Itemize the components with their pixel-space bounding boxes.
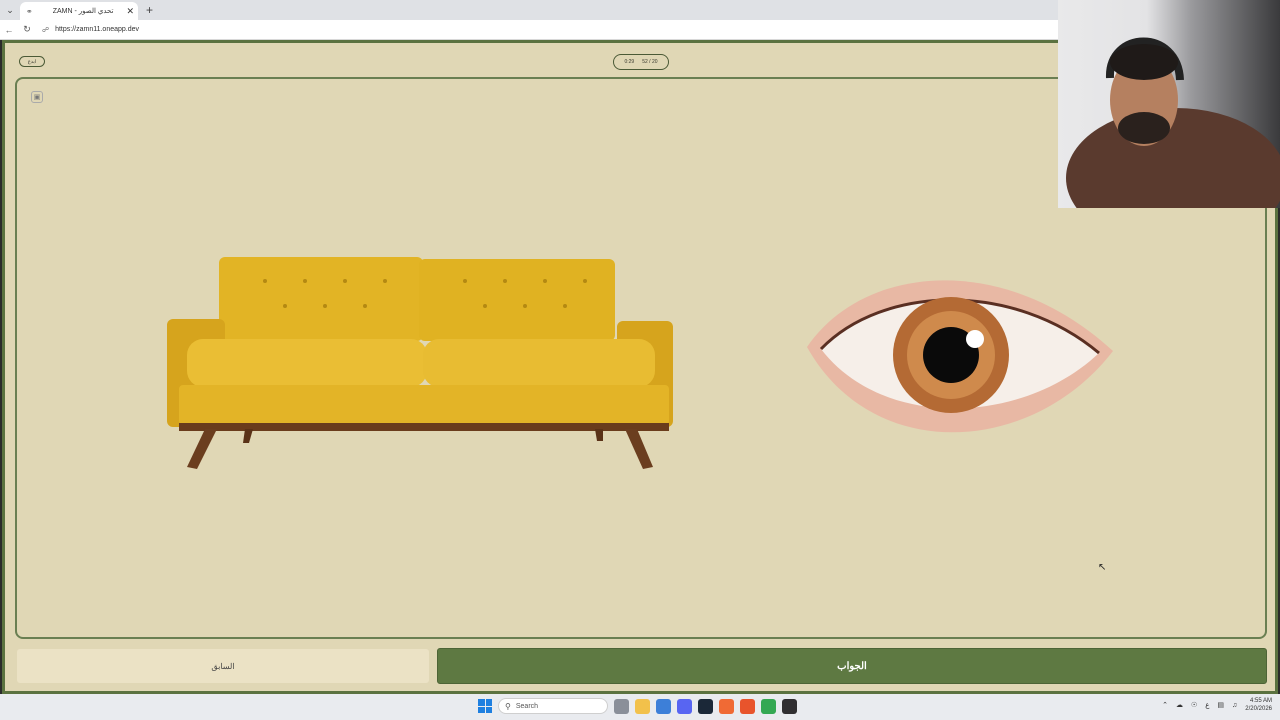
tab-list-icon[interactable]: ⌄ [0, 0, 20, 20]
streamer-image [1066, 37, 1280, 208]
url-text: https://zamn11.oneapp.dev [55, 26, 140, 33]
mode-pill[interactable]: ابدع [19, 56, 45, 67]
new-tab-icon[interactable]: + [146, 3, 153, 17]
eye-image [807, 280, 1113, 433]
clock-time: 4:55 AM [1249, 698, 1272, 704]
address-bar: ← ↻ ☍ https://zamn11.oneapp.dev [0, 20, 1058, 40]
url-field[interactable]: ☍ https://zamn11.oneapp.dev [42, 26, 139, 34]
tray-chevron-icon[interactable]: ⌃ [1162, 701, 1168, 709]
discord-icon[interactable] [677, 698, 692, 714]
clock-date: 2/20/2026 [1245, 706, 1272, 712]
steam-icon[interactable] [698, 698, 713, 714]
search-icon: ⚲ [505, 701, 511, 711]
tab-title: ZAMN - تحدي الصور [52, 8, 114, 15]
screenshot-icon[interactable]: ▣ [31, 91, 43, 103]
answer-button[interactable]: الجواب [437, 648, 1267, 684]
volume-icon[interactable]: ♫ [1232, 702, 1237, 709]
timer: 0:29 [624, 59, 635, 65]
chrome-icon[interactable] [761, 698, 776, 714]
site-info-icon[interactable]: ☍ [42, 26, 49, 34]
close-icon[interactable]: ✕ [126, 6, 134, 17]
status-pill: 0:29 52 / 20 [613, 54, 669, 70]
clock[interactable]: 4:55 AM 2/20/2026 [1245, 697, 1272, 713]
previous-button[interactable]: السابق [17, 649, 429, 683]
globe-icon: ⚭ [26, 6, 33, 16]
webcam-overlay [1058, 0, 1280, 208]
reload-icon[interactable]: ↻ [18, 24, 36, 35]
system-tray: ⌃ ☁ ☉ ع ▤ ♫ 4:55 AM 2/20/2026 [1162, 697, 1272, 713]
sofa-image [167, 257, 673, 469]
taskbar-search[interactable]: ⚲ Search [498, 698, 608, 714]
mic-icon[interactable]: ☉ [1191, 701, 1197, 709]
browser-tab-bar: ⌄ ⚭ ZAMN - تحدي الصور ✕ + [0, 0, 1058, 20]
app-icon[interactable] [719, 698, 734, 714]
store-icon[interactable] [656, 698, 671, 714]
back-icon[interactable]: ← [0, 25, 18, 35]
mouse-cursor-icon: ↖ [1098, 562, 1107, 573]
file-explorer-icon[interactable] [635, 698, 650, 714]
taskbar-search-label: Search [515, 702, 539, 710]
mode-pill-label: ابدع [27, 58, 37, 65]
brave-icon[interactable] [740, 698, 755, 714]
wifi-icon[interactable]: ▤ [1217, 701, 1224, 709]
os-taskbar: ⚲ Search ⌃ ☁ ☉ ع ▤ ♫ 4:55 AM 2/20/2026 [0, 694, 1280, 720]
previous-button-label: السابق [211, 661, 235, 671]
taskbar-apps: ⚲ Search [478, 698, 797, 714]
browser-tab[interactable]: ⚭ ZAMN - تحدي الصور ✕ [20, 2, 138, 20]
network-icon[interactable]: ☁ [1176, 701, 1183, 709]
progress-counter: 52 / 20 [642, 59, 658, 65]
obs-icon[interactable] [782, 698, 797, 714]
answer-button-label: الجواب [837, 660, 867, 672]
language-indicator[interactable]: ع [1205, 701, 1209, 709]
task-view-icon[interactable] [614, 698, 629, 714]
windows-start-icon[interactable] [478, 699, 492, 713]
